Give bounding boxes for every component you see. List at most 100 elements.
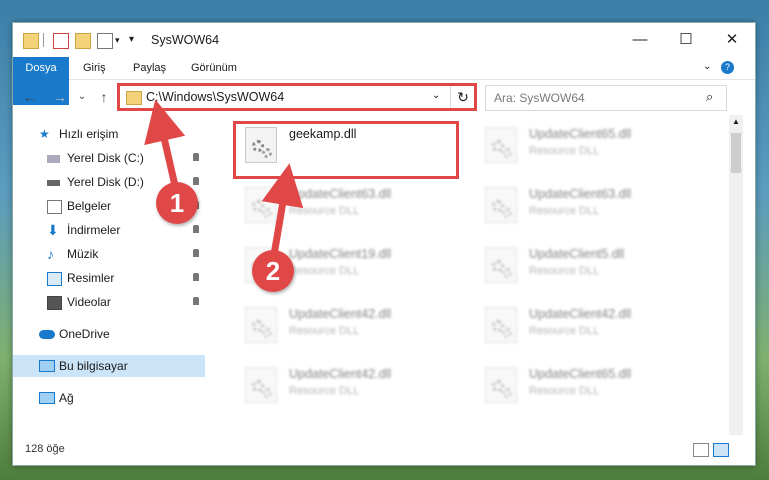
file-type: Resource DLL [289,385,360,397]
cloud-icon [39,330,55,339]
file-name: UpdateClient42.dll [289,307,392,321]
customize-toolbar-icon[interactable]: ▾ [129,33,139,47]
status-bar: 128 öğe [13,437,755,463]
tab-paylas[interactable]: Paylaş [123,57,176,79]
file-item[interactable]: UpdateClient65.dll Resource DLL [479,361,699,409]
nav-label: Bu bilgisayar [59,359,128,373]
music-note-icon: ♪ [47,246,54,262]
dll-file-icon [485,307,517,343]
download-arrow-icon: ⬇ [47,222,59,238]
file-name: UpdateClient65.dll [529,127,632,141]
file-item[interactable]: UpdateClient63.dll Resource DLL [239,181,459,229]
file-item[interactable]: UpdateClient65.dll Resource DLL [479,121,699,169]
nav-label: Yerel Disk (C:) [67,151,144,165]
large-icons-view-icon[interactable] [713,443,729,457]
file-name: UpdateClient42.dll [289,367,392,381]
file-name: UpdateClient65.dll [529,367,632,381]
dll-file-icon [485,367,517,403]
star-icon: ★ [39,127,50,141]
file-type: Resource DLL [529,265,600,277]
separator [43,33,44,47]
film-icon [47,296,62,310]
back-arrow-icon[interactable]: ← [21,88,39,106]
nav-label: Yerel Disk (D:) [67,175,144,189]
nav-label: İndirmeler [67,223,121,237]
file-highlight [233,121,459,179]
nav-label: Müzik [67,247,99,261]
nav-item-this-pc[interactable]: Bu bilgisayar [13,355,205,377]
pin-icon[interactable] [193,273,199,281]
step-2-badge: 2 [252,250,294,292]
file-type: Resource DLL [529,145,600,157]
nav-label: OneDrive [59,327,110,341]
nav-item-videos[interactable]: Videolar [13,291,205,313]
file-item[interactable]: UpdateClient42.dll Resource DLL [239,301,459,349]
close-button[interactable]: ✕ [709,29,755,51]
pin-icon[interactable] [193,225,199,233]
computer-icon [39,360,55,372]
up-arrow-icon[interactable]: ↑ [95,88,113,106]
dll-file-icon [485,247,517,283]
file-type: Resource DLL [289,265,360,277]
address-highlight [117,83,477,111]
window-title: SysWOW64 [151,33,220,47]
nav-item-onedrive[interactable]: OneDrive [13,323,205,345]
explorer-window: ▾ ▾ SysWOW64 — ☐ ✕ Dosya Giriş Paylaş Gö… [12,22,756,466]
file-name: UpdateClient63.dll [529,187,632,201]
search-input[interactable]: Ara: SysWOW64 ⌕ [485,85,727,111]
nav-item-music[interactable]: ♪ Müzik [13,243,205,265]
dll-file-icon [245,367,277,403]
details-view-icon[interactable] [693,443,709,457]
folder-icon [23,33,39,49]
nav-item-disk-c[interactable]: Yerel Disk (C:) [13,147,205,169]
maximize-button[interactable]: ☐ [663,29,709,51]
search-icon[interactable]: ⌕ [706,89,713,105]
tab-giris[interactable]: Giriş [73,57,116,79]
file-item[interactable]: UpdateClient42.dll Resource DLL [479,301,699,349]
file-name: UpdateClient19.dll [289,247,392,261]
file-name: UpdateClient42.dll [529,307,632,321]
new-folder-icon[interactable] [75,33,91,49]
pin-icon[interactable] [193,297,199,305]
file-type: Resource DLL [529,385,600,397]
nav-item-network[interactable]: Ağ [13,387,205,409]
pin-icon[interactable] [193,177,199,185]
nav-label: Hızlı erişim [59,127,119,141]
file-type: Resource DLL [289,205,360,217]
file-item[interactable]: UpdateClient63.dll Resource DLL [479,181,699,229]
ribbon-tabs: Dosya Giriş Paylaş Görünüm ⌄ ? [13,57,755,105]
pictures-icon [47,272,62,286]
recent-chevron-icon[interactable]: ⌄ [73,88,91,106]
chevron-down-icon[interactable]: ▾ [115,33,123,47]
drive-icon [47,155,60,163]
properties-icon[interactable] [53,33,69,49]
file-item[interactable]: UpdateClient5.dll Resource DLL [479,241,699,289]
pin-icon[interactable] [193,153,199,161]
nav-label: Resimler [67,271,115,285]
address-row: ← → ⌄ ↑ C:\Windows\SysWOW64 ⌄ ↻ Ara: Sys… [13,81,755,113]
file-name: UpdateClient63.dll [289,187,392,201]
file-type: Resource DLL [289,325,360,337]
tab-gorunum[interactable]: Görünüm [181,57,247,79]
expand-ribbon-icon[interactable]: ⌄ [703,61,711,72]
scrollbar-thumb[interactable] [731,133,741,173]
forward-arrow-icon[interactable]: → [51,88,69,106]
file-item[interactable]: UpdateClient42.dll Resource DLL [239,361,459,409]
nav-item-quick-access[interactable]: ★ Hızlı erişim [13,123,205,145]
scroll-up-icon[interactable]: ▲ [732,117,740,126]
nav-label: Videolar [67,295,111,309]
nav-item-pictures[interactable]: Resimler [13,267,205,289]
pin-icon[interactable] [193,249,199,257]
drive-icon [47,180,60,186]
item-count: 128 öğe [25,443,65,455]
view-options-icon[interactable] [97,33,113,49]
dll-file-icon [245,187,277,223]
step-1-badge: 1 [156,182,198,224]
nav-label: Ağ [59,391,74,405]
dll-file-icon [485,127,517,163]
vertical-scrollbar[interactable]: ▲ [729,115,743,435]
minimize-button[interactable]: — [617,29,663,51]
documents-icon [47,200,62,214]
help-icon[interactable]: ? [721,61,734,74]
file-type: Resource DLL [529,325,600,337]
